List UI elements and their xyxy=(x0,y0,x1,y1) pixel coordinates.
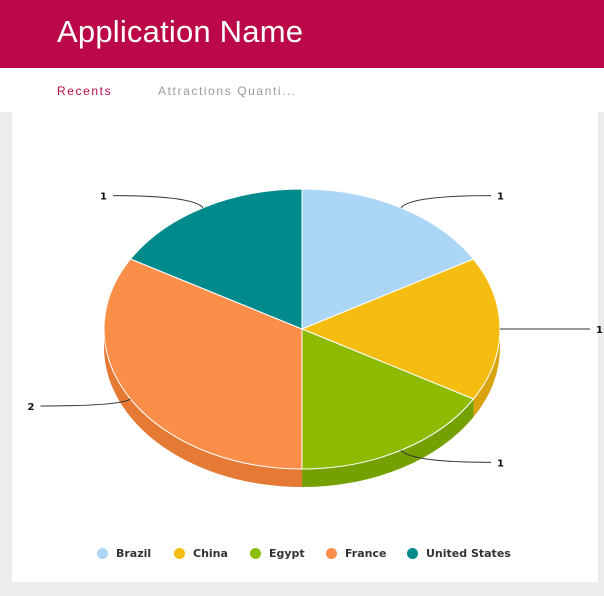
legend-label-brazil: Brazil xyxy=(116,546,152,560)
connector-line-brazil xyxy=(400,195,492,209)
data-label-china: 1 xyxy=(596,325,603,336)
legend-item-china[interactable]: China xyxy=(174,546,228,560)
legend-label-france: France xyxy=(345,546,387,560)
data-label-france: 2 xyxy=(28,402,35,413)
legend-item-egypt[interactable]: Egypt xyxy=(250,546,305,560)
legend-swatch-france xyxy=(326,547,337,559)
data-label-brazil: 1 xyxy=(497,192,504,203)
data-label-united-states: 1 xyxy=(100,192,107,203)
connector-line-united-states xyxy=(112,195,204,209)
legend-swatch-egypt xyxy=(250,547,261,559)
legend-swatch-china xyxy=(174,547,185,559)
legend-item-brazil[interactable]: Brazil xyxy=(97,546,151,560)
legend-label-egypt: Egypt xyxy=(269,546,305,560)
legend-item-france[interactable]: France xyxy=(326,546,386,560)
data-label-egypt: 1 xyxy=(497,458,504,469)
pie-chart: 1 1 1 2 1 xyxy=(28,188,603,487)
legend-item-united-states[interactable]: United States xyxy=(407,546,511,560)
legend-swatch-united-states xyxy=(407,547,418,559)
legend-label-china: China xyxy=(193,546,228,560)
connector-line-france xyxy=(40,398,131,407)
legend-label-united-states: United States xyxy=(426,546,511,560)
chart-legend: Brazil China Egypt France United States xyxy=(0,546,604,560)
legend-swatch-brazil xyxy=(97,547,108,559)
